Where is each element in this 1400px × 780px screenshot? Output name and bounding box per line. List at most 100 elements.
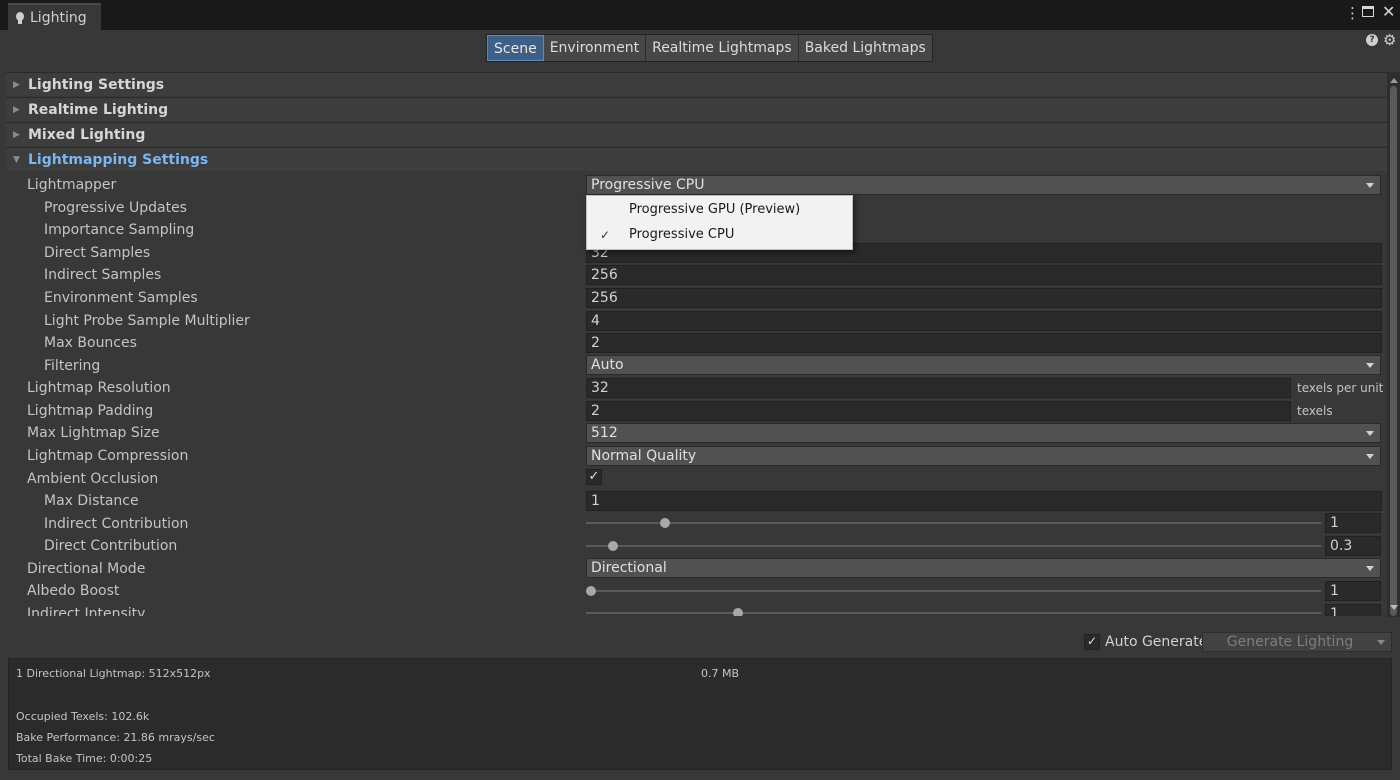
- popup-item-progressive-cpu[interactable]: ✓ Progressive CPU: [587, 223, 852, 247]
- direct-contribution-slider[interactable]: [586, 541, 1321, 551]
- lightmap-compression-dropdown[interactable]: Normal Quality: [586, 446, 1381, 466]
- chevron-down-icon: [1366, 566, 1374, 571]
- lightmap-stats-panel: 1 Directional Lightmap: 512x512px 0.7 MB…: [8, 658, 1392, 770]
- title-bar: Lighting ⋮ ✕: [0, 0, 1400, 30]
- maximize-icon[interactable]: [1362, 6, 1374, 17]
- lightmap-compression-label: Lightmap Compression: [27, 448, 189, 464]
- indirect-samples-field[interactable]: 256: [586, 265, 1382, 285]
- foldout-label: Lightmapping Settings: [28, 151, 209, 168]
- direct-contribution-label: Direct Contribution: [44, 538, 178, 554]
- light-probe-multiplier-label: Light Probe Sample Multiplier: [44, 313, 250, 329]
- foldout-mixed-lighting[interactable]: ▶ Mixed Lighting: [6, 122, 1387, 146]
- albedo-boost-label: Albedo Boost: [27, 583, 120, 599]
- lightmapper-value: Progressive CPU: [591, 177, 705, 193]
- direct-contribution-field[interactable]: 0.3: [1325, 536, 1381, 556]
- lightmapper-dropdown[interactable]: Progressive CPU: [586, 175, 1381, 195]
- scroll-down-icon[interactable]: [1390, 605, 1398, 610]
- tab-realtime-lightmaps[interactable]: Realtime Lightmaps: [646, 35, 799, 61]
- slider-thumb[interactable]: [586, 586, 596, 596]
- caret-right-icon: ▶: [13, 129, 20, 140]
- foldout-lightmapping-settings[interactable]: ▼ Lightmapping Settings: [6, 147, 1387, 171]
- indirect-contribution-slider[interactable]: [586, 518, 1321, 528]
- importance-sampling-label: Importance Sampling: [44, 222, 195, 238]
- checkmark-icon: ✓: [600, 228, 611, 242]
- foldout-lighting-settings[interactable]: ▶ Lighting Settings: [6, 72, 1387, 96]
- help-icon[interactable]: ?: [1366, 34, 1378, 46]
- popup-item-label: Progressive GPU (Preview): [629, 202, 801, 217]
- caret-right-icon: ▶: [13, 79, 20, 90]
- indirect-contribution-field[interactable]: 1: [1325, 513, 1381, 533]
- slider-thumb[interactable]: [659, 518, 670, 528]
- lightmap-compression-value: Normal Quality: [591, 448, 697, 464]
- max-lightmap-size-label: Max Lightmap Size: [27, 425, 160, 441]
- lightmap-info: 1 Directional Lightmap: 512x512px: [16, 667, 211, 680]
- close-icon[interactable]: ✕: [1382, 4, 1395, 20]
- popup-item-progressive-gpu[interactable]: Progressive GPU (Preview): [587, 198, 852, 222]
- environment-samples-label: Environment Samples: [44, 290, 198, 306]
- albedo-boost-field[interactable]: 1: [1325, 581, 1381, 601]
- lightmap-padding-unit: texels: [1297, 404, 1333, 418]
- foldout-label: Lighting Settings: [28, 76, 165, 93]
- generate-lighting-button[interactable]: Generate Lighting: [1202, 632, 1392, 652]
- max-distance-field[interactable]: 1: [586, 491, 1382, 511]
- max-bounces-label: Max Bounces: [44, 335, 137, 351]
- max-distance-label: Max Distance: [44, 493, 139, 509]
- auto-generate-toggle[interactable]: ✓ Auto Generate: [1084, 634, 1207, 650]
- foldout-label: Realtime Lighting: [28, 101, 169, 118]
- ambient-occlusion-checkbox[interactable]: ✓: [586, 469, 602, 485]
- chevron-down-icon: [1366, 183, 1374, 188]
- environment-samples-field[interactable]: 256: [586, 288, 1382, 308]
- indirect-contribution-label: Indirect Contribution: [44, 516, 189, 532]
- albedo-boost-slider[interactable]: [586, 586, 1321, 596]
- directional-mode-dropdown[interactable]: Directional: [586, 558, 1381, 578]
- slider-thumb[interactable]: [608, 541, 619, 551]
- scroll-up-icon[interactable]: [1390, 78, 1398, 83]
- indirect-intensity-slider[interactable]: [586, 608, 1321, 616]
- progressive-updates-label: Progressive Updates: [44, 200, 187, 216]
- caret-down-icon: ▼: [13, 154, 20, 165]
- generate-lighting-label: Generate Lighting: [1226, 634, 1354, 650]
- auto-generate-checkbox[interactable]: ✓: [1084, 634, 1100, 650]
- chevron-down-icon: [1366, 431, 1374, 436]
- filtering-dropdown[interactable]: Auto: [586, 355, 1381, 375]
- lightmap-size: 0.7 MB: [701, 667, 740, 680]
- max-bounces-field[interactable]: 2: [586, 333, 1382, 353]
- popup-item-label: Progressive CPU: [629, 227, 735, 242]
- max-lightmap-size-dropdown[interactable]: 512: [586, 423, 1381, 443]
- lightmap-padding-label: Lightmap Padding: [27, 403, 154, 419]
- filtering-value: Auto: [591, 357, 624, 373]
- lighting-window: Lighting ⋮ ✕ Scene Environment Realtime …: [0, 0, 1400, 780]
- foldout-realtime-lighting[interactable]: ▶ Realtime Lighting: [6, 97, 1387, 121]
- slider-thumb[interactable]: [733, 608, 743, 616]
- light-probe-multiplier-field[interactable]: 4: [586, 311, 1382, 331]
- lightmap-resolution-unit: texels per unit: [1297, 381, 1384, 395]
- lightbulb-icon: [16, 12, 24, 24]
- directional-mode-value: Directional: [591, 560, 667, 576]
- indirect-intensity-field[interactable]: 1: [1325, 604, 1381, 616]
- chevron-down-icon[interactable]: [1377, 640, 1385, 645]
- more-vert-icon[interactable]: ⋮: [1345, 5, 1360, 21]
- tab-environment[interactable]: Environment: [543, 35, 647, 61]
- lightmap-resolution-field[interactable]: 32: [586, 378, 1291, 398]
- lightmap-padding-field[interactable]: 2: [586, 401, 1291, 421]
- indirect-intensity-label: Indirect Intensity: [27, 606, 146, 616]
- chevron-down-icon: [1366, 363, 1374, 368]
- lightmapper-popup-menu: Progressive GPU (Preview) ✓ Progressive …: [586, 195, 853, 250]
- lightmap-resolution-label: Lightmap Resolution: [27, 380, 171, 396]
- tab-baked-lightmaps[interactable]: Baked Lightmaps: [798, 35, 932, 61]
- max-lightmap-size-value: 512: [591, 425, 618, 441]
- caret-right-icon: ▶: [13, 104, 20, 115]
- auto-generate-label: Auto Generate: [1105, 634, 1208, 650]
- scroll-thumb[interactable]: [1390, 86, 1397, 616]
- window-tab[interactable]: Lighting: [8, 3, 101, 30]
- total-bake-time: Total Bake Time: 0:00:25: [16, 752, 153, 765]
- foldout-label: Mixed Lighting: [28, 126, 146, 143]
- ambient-occlusion-label: Ambient Occlusion: [27, 471, 159, 487]
- vertical-scrollbar[interactable]: [1387, 72, 1400, 617]
- window-tab-title: Lighting: [30, 9, 87, 26]
- tab-scene[interactable]: Scene: [487, 35, 544, 61]
- direct-samples-label: Direct Samples: [44, 245, 151, 261]
- lighting-tabs: Scene Environment Realtime Lightmaps Bak…: [486, 34, 933, 62]
- chevron-down-icon: [1366, 454, 1374, 459]
- gear-icon[interactable]: ⚙: [1383, 31, 1396, 49]
